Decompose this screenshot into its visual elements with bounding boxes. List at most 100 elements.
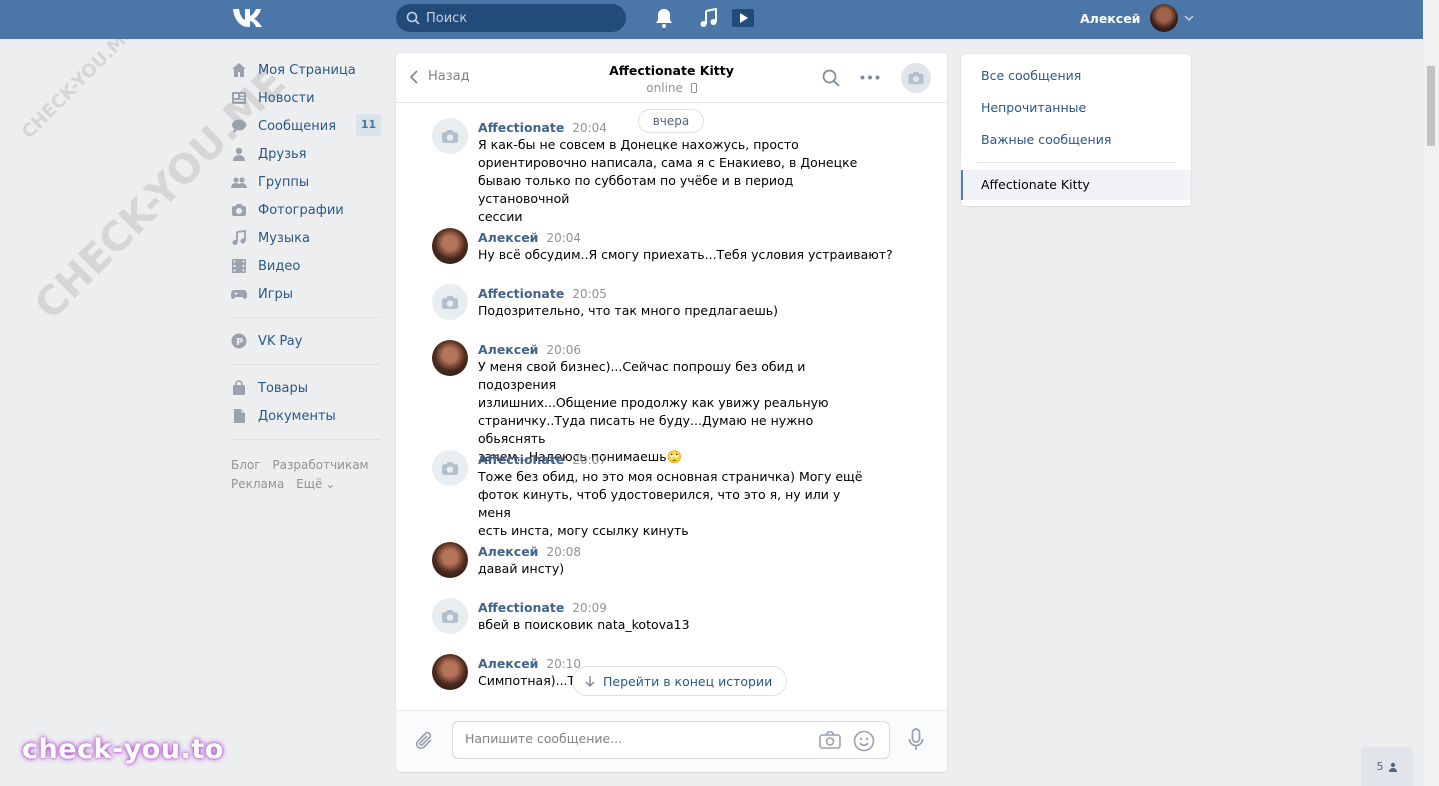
author-name: Алексей [478, 544, 539, 559]
filter-important[interactable]: Важные сообщения [981, 132, 1111, 147]
sidebar-item-label: Товары [258, 380, 309, 396]
sidebar-item-messages[interactable]: Сообщения 11 [231, 112, 381, 140]
filter-unread[interactable]: Непрочитанные [981, 100, 1086, 115]
sidebar-item-label: Музыка [258, 230, 310, 246]
sidebar-item-my-page[interactable]: Моя Страница [231, 56, 381, 84]
message-composer [396, 710, 947, 772]
divider [231, 364, 381, 365]
sidebar-item-vkpay[interactable]: P VK Pay [231, 327, 381, 355]
sidebar-item-photos[interactable]: Фотографии [231, 196, 381, 224]
sidebar-item-video[interactable]: Видео [231, 252, 381, 280]
camera-placeholder-icon [441, 129, 459, 143]
home-icon [232, 63, 246, 77]
message-time: 20:04 [572, 121, 607, 135]
music-icon [232, 230, 246, 245]
online-status-text: online [646, 81, 683, 95]
messages-icon [232, 119, 246, 133]
footer-link-developers[interactable]: Разработчикам [272, 458, 368, 472]
message-input[interactable] [465, 731, 805, 746]
message-author[interactable]: Алексей 20:06 [478, 342, 581, 357]
user-menu[interactable]: Алексей [1080, 4, 1194, 32]
message-author[interactable]: Алексей 20:04 [478, 230, 581, 245]
message-author[interactable]: Алексей 20:10 [478, 656, 581, 671]
sidebar-item-label: Группы [258, 174, 310, 190]
notifications-bell-icon[interactable] [653, 8, 675, 28]
author-name: Алексей [478, 342, 539, 357]
sidebar-item-games[interactable]: Игры [231, 280, 381, 308]
search-box[interactable] [396, 4, 626, 32]
filter-all-messages[interactable]: Все сообщения [981, 68, 1081, 83]
sidebar-item-goods[interactable]: Товары [231, 374, 381, 402]
avatar[interactable] [432, 284, 468, 320]
sidebar-item-news[interactable]: Новости [231, 84, 381, 112]
message-author[interactable]: Affectionate 20:04 [478, 120, 607, 135]
search-icon [406, 11, 420, 25]
chat-window: Назад Affectionate Kitty online вчера Af… [396, 53, 947, 772]
message-time: 20:10 [546, 657, 582, 671]
footer-link-more[interactable]: Ещё ⌄ [296, 477, 343, 491]
page-scrollbar[interactable] [1423, 0, 1439, 786]
footer-link-ads[interactable]: Реклама [231, 477, 284, 491]
message-author[interactable]: Affectionate 20:05 [478, 286, 607, 301]
chat-header: Назад Affectionate Kitty online [396, 53, 947, 103]
svg-text:P: P [236, 337, 243, 348]
video-film-icon [232, 259, 246, 273]
sidebar-item-label: Фотографии [258, 202, 344, 218]
message-author[interactable]: Алексей 20:08 [478, 544, 581, 559]
sidebar-item-music[interactable]: Музыка [231, 224, 381, 252]
message-history[interactable]: Affectionate 20:04 Я как-бы не совсем в Д… [396, 104, 947, 710]
sidebar-item-groups[interactable]: Группы [231, 168, 381, 196]
vk-logo-icon[interactable] [231, 6, 265, 30]
message-time: 20:07 [572, 453, 607, 467]
camera-icon[interactable] [819, 730, 841, 750]
search-input[interactable] [426, 10, 616, 26]
more-options-icon[interactable] [860, 75, 880, 80]
avatar[interactable] [432, 654, 468, 690]
message-author[interactable]: Affectionate 20:07 [478, 452, 607, 467]
message-text: Я как-бы не совсем в Донецке нахожусь, п… [478, 137, 858, 224]
online-friends-counter[interactable]: 5 [1361, 747, 1413, 786]
message-text: Ну всё обсудим..Я смогу приехать...Тебя … [478, 247, 893, 262]
message-time: 20:06 [546, 343, 582, 357]
sidebar-item-label: Документы [258, 408, 336, 424]
jump-to-end-button[interactable]: Перейти в конец истории [572, 666, 788, 696]
document-icon [234, 409, 245, 423]
message-input-box[interactable] [452, 721, 890, 759]
avatar[interactable] [432, 228, 468, 264]
jump-label: Перейти в конец истории [603, 673, 773, 689]
chevron-down-icon: ⌄ [325, 477, 336, 491]
avatar [1150, 4, 1179, 32]
camera-placeholder-icon [441, 461, 459, 475]
active-conversation-item[interactable]: Affectionate Kitty [961, 170, 1191, 200]
message-time: 20:09 [572, 601, 607, 615]
microphone-icon[interactable] [908, 728, 924, 752]
scrollbar-thumb[interactable] [1427, 66, 1435, 146]
messages-filter-panel: Все сообщения Непрочитанные Важные сообщ… [961, 54, 1191, 206]
play-button-icon[interactable] [731, 8, 755, 28]
paperclip-icon[interactable] [414, 731, 436, 753]
counter-value: 5 [1376, 760, 1384, 773]
avatar[interactable] [432, 118, 468, 154]
sidebar-item-documents[interactable]: Документы [231, 402, 381, 430]
footer-link-blog[interactable]: Блог [231, 458, 261, 472]
search-icon[interactable] [822, 69, 840, 87]
music-note-icon[interactable] [698, 8, 720, 28]
friends-icon [233, 147, 245, 161]
top-header: Алексей [0, 0, 1423, 39]
avatar[interactable] [432, 542, 468, 578]
author-name: Affectionate [478, 452, 565, 467]
chat-avatar[interactable] [901, 63, 931, 93]
sidebar-item-label: Видео [258, 258, 301, 274]
sidebar-item-friends[interactable]: Друзья [231, 140, 381, 168]
camera-placeholder-icon [908, 72, 924, 84]
emoji-smile-icon[interactable] [853, 730, 875, 752]
unread-count-badge: 11 [356, 114, 381, 136]
divider [976, 162, 1176, 163]
avatar[interactable] [432, 450, 468, 486]
news-icon [232, 92, 246, 104]
avatar[interactable] [432, 598, 468, 634]
message-author[interactable]: Affectionate 20:09 [478, 600, 607, 615]
sidebar-item-label: VK Pay [258, 333, 303, 349]
author-name: Алексей [478, 656, 539, 671]
avatar[interactable] [432, 340, 468, 376]
